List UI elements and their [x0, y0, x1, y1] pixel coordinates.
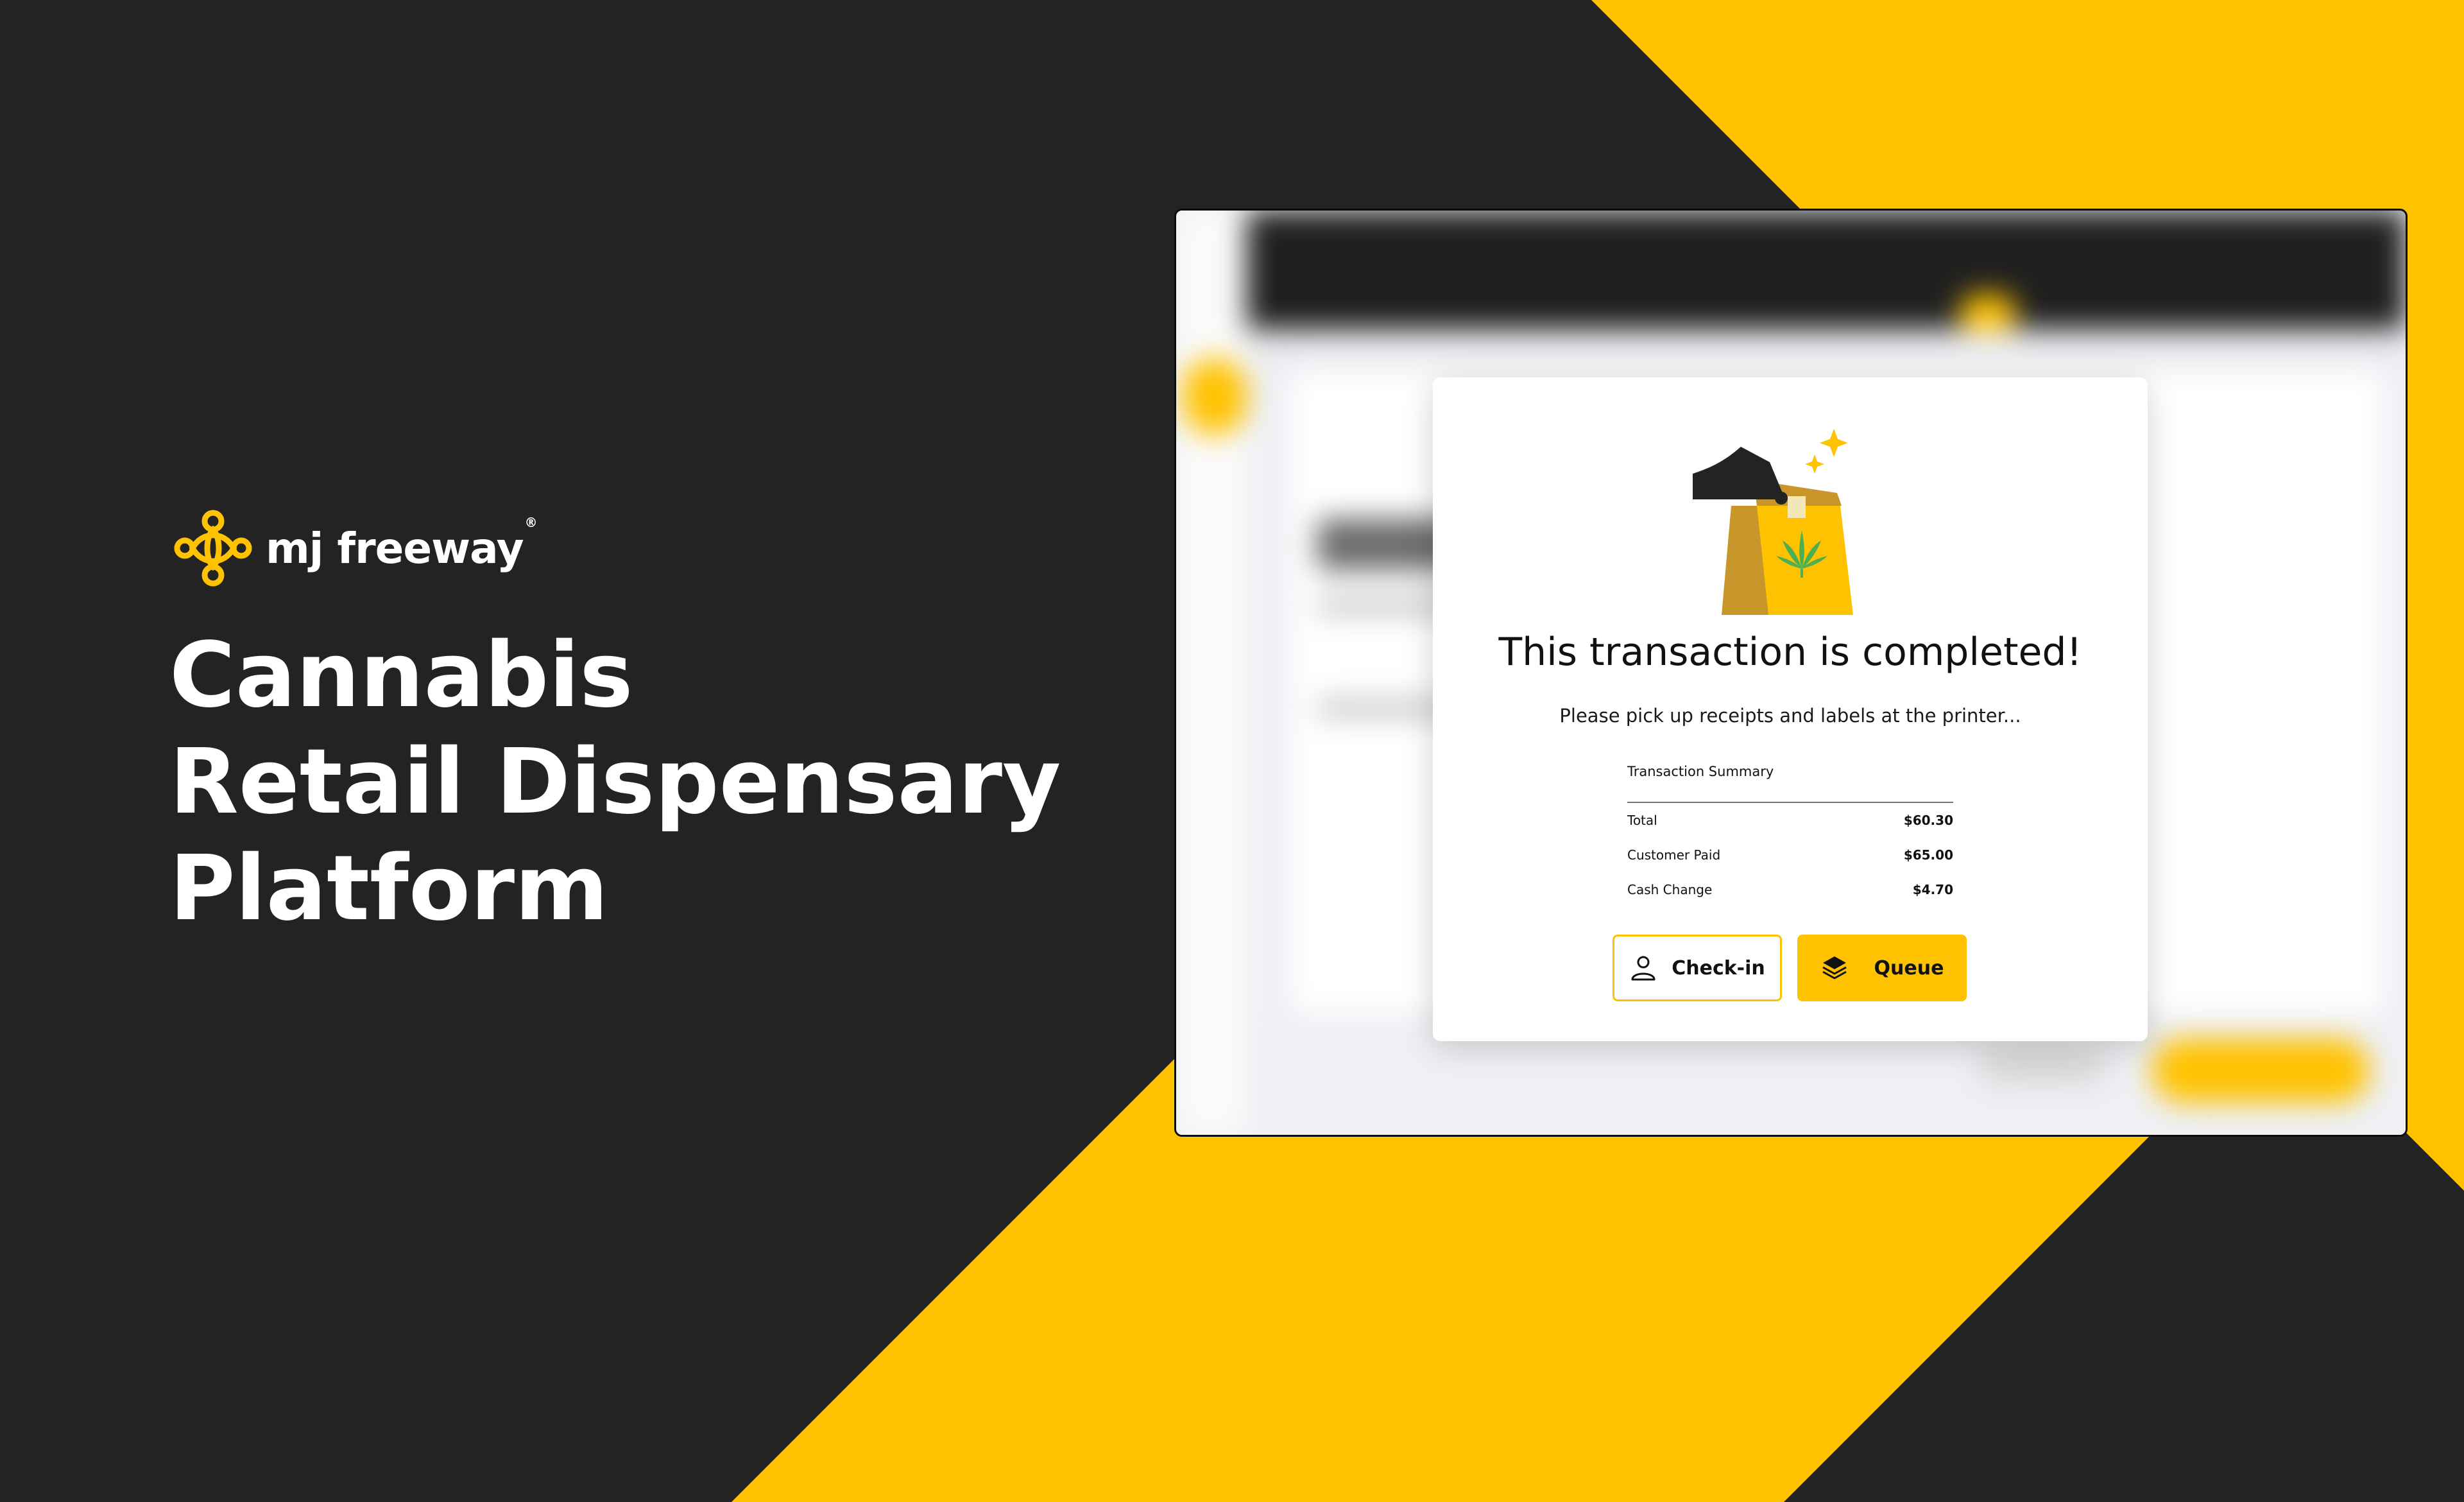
hero-line-2: Retail Dispensary — [169, 730, 1061, 834]
queue-label: Queue — [1874, 956, 1944, 980]
blurred-active-tab-indicator — [1959, 294, 2017, 332]
blurred-sidebar-active-item — [1183, 358, 1247, 435]
queue-button[interactable]: Queue — [1797, 935, 1967, 1001]
decorative-stripe-right — [2403, 488, 2464, 1322]
app-screenshot-window: This transaction is completed! Please pi… — [1174, 209, 2408, 1137]
summary-value: $65.00 — [1903, 847, 1953, 863]
hero-line-1: Cannabis — [169, 623, 633, 728]
dialog-subtitle: Please pick up receipts and labels at th… — [1559, 705, 2021, 727]
summary-title: Transaction Summary — [1627, 764, 1774, 779]
transaction-complete-dialog: This transaction is completed! Please pi… — [1433, 377, 2148, 1041]
blurred-sub-bar — [1247, 329, 2406, 365]
blurred-primary-button — [2152, 1039, 2370, 1103]
summary-label: Total — [1627, 813, 1657, 828]
summary-label: Cash Change — [1627, 882, 1713, 897]
summary-row-cash-change: Cash Change $4.70 — [1627, 872, 1953, 907]
hero-title: Cannabis Retail Dispensary Platform — [169, 623, 1061, 942]
summary-label: Customer Paid — [1627, 847, 1721, 863]
dialog-title: This transaction is completed! — [1498, 630, 2082, 675]
blurred-top-bar — [1247, 211, 2406, 329]
check-in-label: Check-in — [1672, 956, 1765, 980]
brand-name: mj freeway® — [266, 514, 538, 573]
check-in-button[interactable]: Check-in — [1613, 935, 1782, 1001]
hero-line-3: Platform — [169, 836, 609, 941]
blurred-secondary-button — [1978, 1045, 2107, 1083]
summary-value: $4.70 — [1912, 882, 1953, 897]
user-icon — [1631, 956, 1656, 981]
shopping-bag-cannabis-icon — [1693, 429, 1853, 615]
blurred-sidebar — [1176, 211, 1247, 1135]
brand-logo: mj freeway® — [173, 508, 538, 588]
knot-logo-icon — [174, 510, 252, 587]
layers-icon — [1822, 956, 1847, 980]
transaction-summary: Transaction Summary Total $60.30 Custome… — [1627, 764, 1953, 907]
summary-row-total: Total $60.30 — [1627, 803, 1953, 838]
summary-row-customer-paid: Customer Paid $65.00 — [1627, 838, 1953, 872]
summary-value: $60.30 — [1903, 813, 1953, 828]
